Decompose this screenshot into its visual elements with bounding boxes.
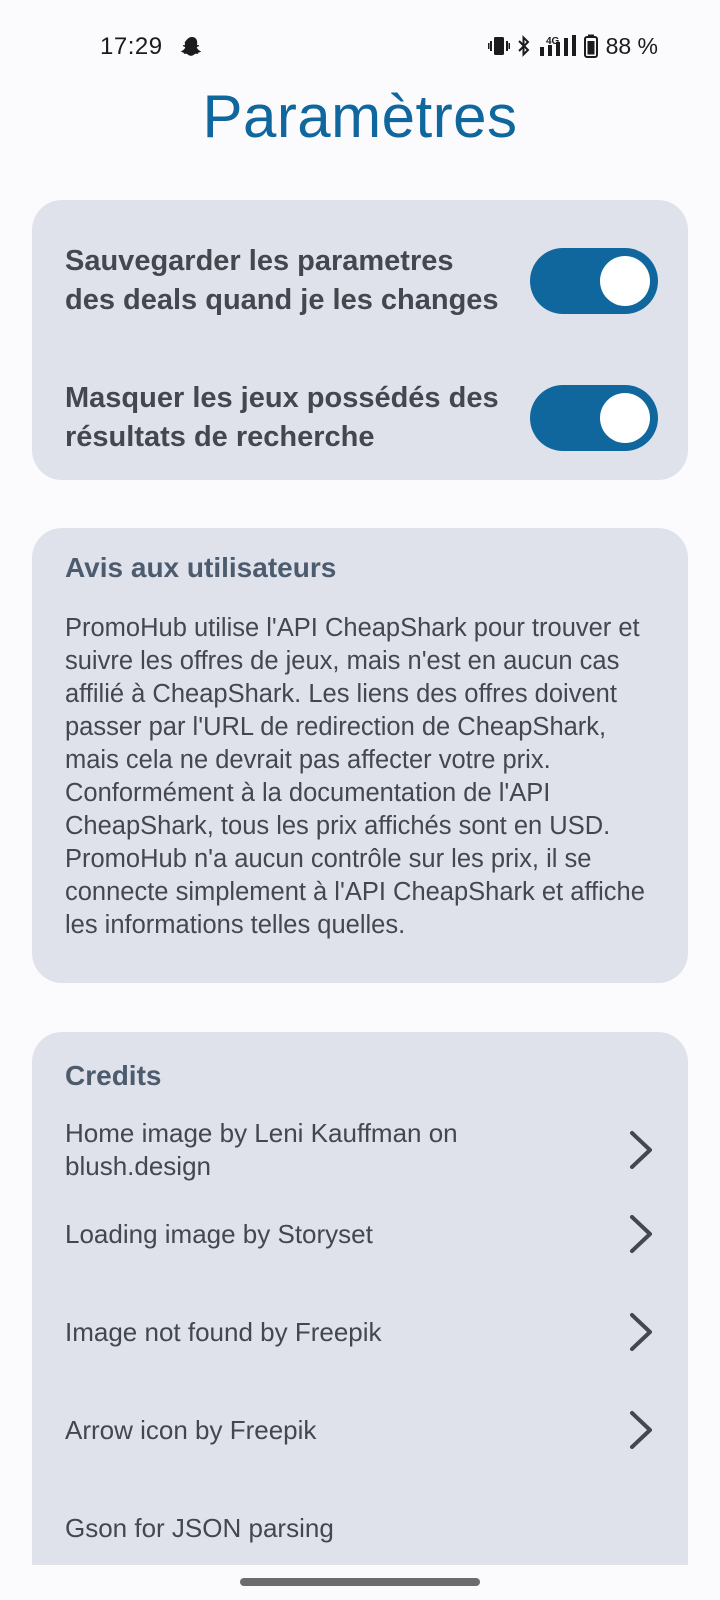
settings-screen: 17:29 4G 88 % Paramètres Sauvegarder les… <box>0 0 720 1600</box>
bluetooth-icon <box>517 35 529 57</box>
notice-body: PromoHub utilise l'API CheapShark pour t… <box>65 614 645 939</box>
status-bar: 17:29 4G 88 % <box>0 0 720 90</box>
toggle-thumb <box>600 256 650 306</box>
chevron-right-icon <box>630 1215 652 1253</box>
setting-save-deal-params[interactable]: Sauvegarder les parametres des deals qua… <box>65 222 658 340</box>
credit-label: Arrow icon by Freepik <box>65 1414 317 1445</box>
credit-item-loading-image[interactable]: Loading image by Storyset <box>65 1204 658 1264</box>
credit-label: Gson for JSON parsing <box>65 1512 334 1543</box>
status-time: 17:29 <box>100 33 163 60</box>
notice-heading: Avis aux utilisateurs <box>65 552 337 583</box>
credit-item-not-found-image[interactable]: Image not found by Freepik <box>65 1302 658 1362</box>
setting-label: Masquer les jeux possédés des résultats … <box>65 382 499 453</box>
notice-card: Avis aux utilisateurs PromoHub utilise l… <box>32 528 688 983</box>
status-icons: 4G 88 % <box>487 32 658 60</box>
battery-icon <box>583 34 598 58</box>
chevron-right-icon <box>630 1131 652 1169</box>
hide-owned-games-toggle[interactable] <box>530 385 658 451</box>
credit-label: Image not found by Freepik <box>65 1316 382 1347</box>
chevron-right-icon <box>630 1313 652 1351</box>
credit-item-gson[interactable]: Gson for JSON parsing <box>65 1498 658 1558</box>
battery-percentage: 88 % <box>605 32 658 59</box>
save-deal-params-toggle[interactable] <box>530 248 658 314</box>
toggle-thumb <box>600 393 650 443</box>
setting-hide-owned-games[interactable]: Masquer les jeux possédés des résultats … <box>65 378 658 458</box>
credit-item-home-image[interactable]: Home image by Leni Kauffman on blush.des… <box>65 1102 658 1198</box>
gesture-handle[interactable] <box>240 1578 480 1586</box>
setting-label: Sauvegarder les parametres des deals qua… <box>65 245 499 316</box>
snapchat-icon <box>181 37 201 56</box>
credit-label: Loading image by Storyset <box>65 1218 373 1249</box>
credit-label: Home image by Leni Kauffman on blush.des… <box>65 1118 458 1181</box>
page-title: Paramètres <box>202 83 518 150</box>
credits-card: Credits Home image by Leni Kauffman on b… <box>32 1032 688 1600</box>
settings-card: Sauvegarder les parametres des deals qua… <box>32 200 688 480</box>
vibrate-icon <box>487 37 510 55</box>
credits-heading: Credits <box>65 1060 162 1091</box>
credit-item-arrow-icon[interactable]: Arrow icon by Freepik <box>65 1400 658 1460</box>
chevron-right-icon <box>630 1411 652 1449</box>
signal-4g-icon: 4G <box>539 35 576 56</box>
